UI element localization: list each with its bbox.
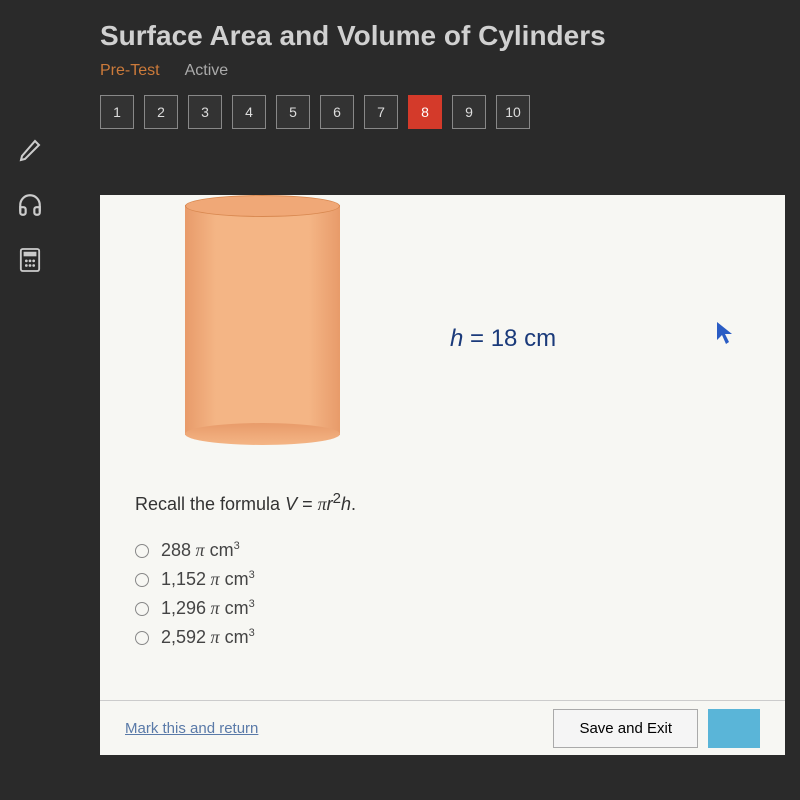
radio-icon[interactable] [135,573,149,587]
footer-bar: Mark this and return Save and Exit [100,700,785,755]
nav-q6[interactable]: 6 [320,95,354,129]
active-label: Active [185,62,229,80]
calculator-icon[interactable] [15,245,45,275]
radio-icon[interactable] [135,631,149,645]
option-d[interactable]: 2,592 π cm3 [135,627,255,648]
nav-q7[interactable]: 7 [364,95,398,129]
height-label: h = 18 cm [450,325,556,353]
nav-q1[interactable]: 1 [100,95,134,129]
save-exit-button[interactable]: Save and Exit [553,709,698,748]
radio-icon[interactable] [135,602,149,616]
nav-q3[interactable]: 3 [188,95,222,129]
radio-icon[interactable] [135,544,149,558]
nav-q2[interactable]: 2 [144,95,178,129]
page-title: Surface Area and Volume of Cylinders [100,20,800,52]
mark-return-link[interactable]: Mark this and return [125,720,258,737]
headphones-icon[interactable] [15,190,45,220]
cursor-icon [715,320,735,351]
nav-q10[interactable]: 10 [496,95,530,129]
pretest-label: Pre-Test [100,62,160,80]
next-button[interactable] [708,709,760,748]
option-c[interactable]: 1,296 π cm3 [135,598,255,619]
pencil-icon[interactable] [15,135,45,165]
nav-q8[interactable]: 8 [408,95,442,129]
footer-buttons: Save and Exit [553,709,760,748]
content-panel: h = 18 cm Recall the formula V = πr2h. 2… [100,195,785,755]
formula-text: Recall the formula V = πr2h. [135,490,356,515]
header: Surface Area and Volume of Cylinders Pre… [0,0,800,80]
cylinder-figure [185,195,340,445]
subtitle-row: Pre-Test Active [100,62,800,80]
option-a[interactable]: 288 π cm3 [135,540,255,561]
question-nav: 1 2 3 4 5 6 7 8 9 10 [100,95,800,129]
figure-area: h = 18 cm [100,195,785,475]
option-b[interactable]: 1,152 π cm3 [135,569,255,590]
answer-options: 288 π cm3 1,152 π cm3 1,296 π cm3 2,592 … [135,540,255,648]
nav-q9[interactable]: 9 [452,95,486,129]
nav-q4[interactable]: 4 [232,95,266,129]
nav-q5[interactable]: 5 [276,95,310,129]
tool-sidebar [15,135,45,275]
